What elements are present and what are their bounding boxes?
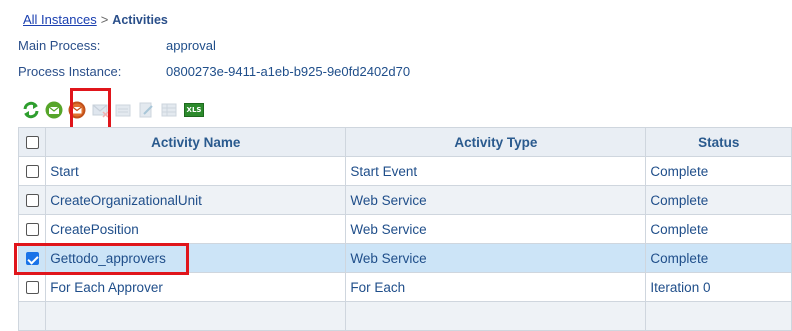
main-process-row: Main Process: approval: [18, 38, 216, 53]
table-row[interactable]: Start Start Event Complete: [17, 156, 792, 186]
activity-type-cell: For Each: [345, 272, 647, 302]
activity-type-cell: Web Service: [345, 214, 647, 244]
select-all-cell: [17, 127, 47, 157]
header-activity-name[interactable]: Activity Name: [45, 127, 347, 157]
refresh-icon[interactable]: [22, 101, 40, 119]
status-cell: Iteration 0: [645, 272, 792, 302]
table-row[interactable]: CreateOrganizationalUnit Web Service Com…: [17, 185, 792, 215]
email-icon-highlight: [70, 88, 111, 130]
row-checkbox[interactable]: [25, 194, 39, 208]
selected-row-highlight: [14, 243, 189, 275]
activity-name-cell: CreatePosition: [45, 214, 347, 244]
row-checkbox[interactable]: [25, 223, 39, 237]
main-process-label: Main Process:: [18, 38, 101, 53]
select-all-checkbox[interactable]: [25, 136, 39, 150]
activity-type-cell: Web Service: [345, 185, 647, 215]
activity-name-cell: Start: [45, 156, 347, 186]
process-instance-row: Process Instance: 0800273e-9411-a1eb-b925…: [18, 64, 410, 79]
table-row-empty: [17, 301, 792, 331]
activity-name-cell: For Each Approver: [45, 272, 347, 302]
table-row[interactable]: For Each Approver For Each Iteration 0: [17, 272, 792, 302]
email-green-icon[interactable]: [45, 101, 63, 119]
empty-cell: [17, 301, 47, 331]
breadcrumb: All Instances > Activities: [23, 12, 168, 27]
document-disabled-icon: [114, 101, 132, 119]
grid-disabled-icon: [160, 101, 178, 119]
status-cell: Complete: [645, 214, 792, 244]
row-checkbox[interactable]: [25, 165, 39, 179]
header-activity-type[interactable]: Activity Type: [345, 127, 647, 157]
main-process-value: approval: [166, 38, 216, 53]
row-checkbox[interactable]: [25, 281, 39, 295]
row-checkbox-cell: [17, 214, 47, 244]
header-status[interactable]: Status: [645, 127, 792, 157]
excel-export-icon[interactable]: XLS: [183, 101, 205, 119]
toolbar: XLS: [22, 100, 210, 120]
empty-cell: [645, 301, 792, 331]
table-header-row: Activity Name Activity Type Status: [17, 127, 792, 157]
row-checkbox-cell: [17, 156, 47, 186]
status-cell: Complete: [645, 243, 792, 273]
row-checkbox-cell: [17, 272, 47, 302]
breadcrumb-current: Activities: [112, 13, 168, 27]
status-cell: Complete: [645, 185, 792, 215]
all-instances-link[interactable]: All Instances: [23, 12, 97, 27]
edit-disabled-icon: [137, 101, 155, 119]
empty-cell: [45, 301, 347, 331]
status-cell: Complete: [645, 156, 792, 186]
row-checkbox-cell: [17, 185, 47, 215]
breadcrumb-separator: >: [100, 12, 109, 27]
activity-name-cell: CreateOrganizationalUnit: [45, 185, 347, 215]
process-instance-value: 0800273e-9411-a1eb-b925-9e0fd2402d70: [166, 64, 411, 79]
activities-table: Activity Name Activity Type Status Start…: [17, 127, 792, 331]
activity-type-cell: Start Event: [345, 156, 647, 186]
activity-type-cell: Web Service: [345, 243, 647, 273]
process-instance-label: Process Instance:: [18, 64, 122, 79]
empty-cell: [345, 301, 647, 331]
excel-export-label: XLS: [183, 103, 205, 117]
table-row[interactable]: CreatePosition Web Service Complete: [17, 214, 792, 244]
